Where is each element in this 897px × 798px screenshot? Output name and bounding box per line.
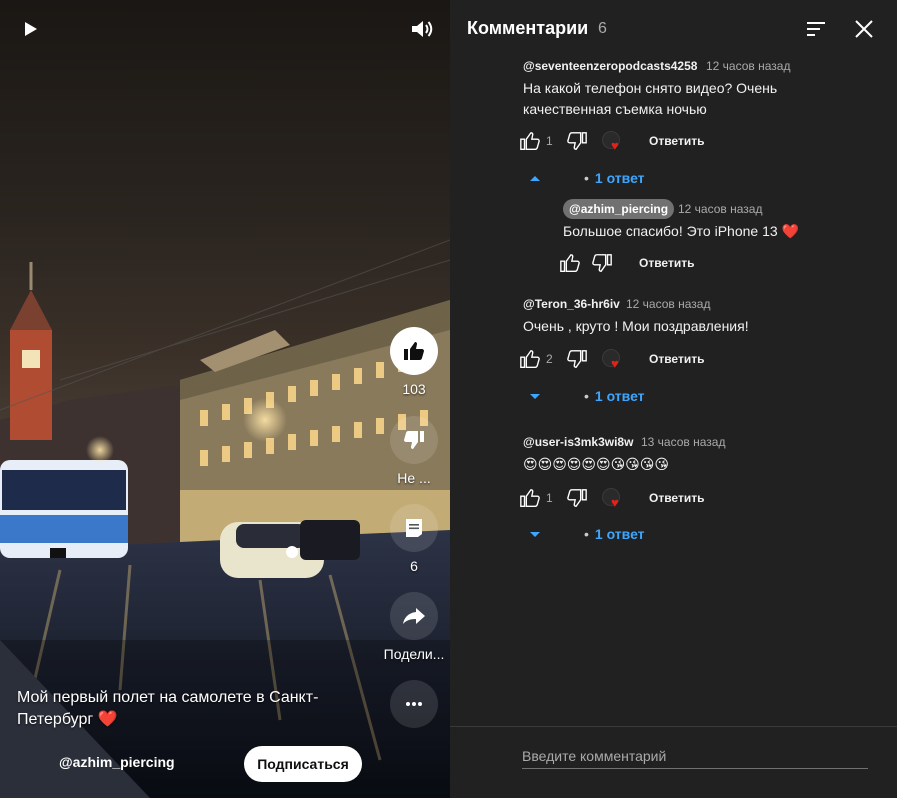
chevron-up-icon bbox=[530, 176, 540, 181]
close-button[interactable] bbox=[852, 17, 876, 41]
share-button[interactable] bbox=[390, 592, 438, 640]
thumbs-down-icon bbox=[404, 431, 424, 449]
comments-panel: Комментарии 6 @seventeenzeropodcasts4258… bbox=[450, 0, 897, 798]
replies-count: 1 ответ bbox=[594, 388, 645, 404]
replies-dot: • bbox=[584, 526, 589, 542]
reply-text: Большое спасибо! Это iPhone 13 ❤️ bbox=[563, 223, 799, 239]
chevron-down-icon bbox=[530, 394, 540, 399]
heart-emoji: ❤️ bbox=[97, 711, 118, 728]
reply-button[interactable]: Ответить bbox=[649, 352, 704, 366]
share-label: Подели... bbox=[383, 646, 445, 662]
comment-author[interactable]: @Teron_36-hr6iv bbox=[523, 297, 620, 311]
comment-like-button[interactable] bbox=[519, 130, 541, 152]
replies-count: 1 ответ bbox=[594, 526, 645, 542]
like-count: 103 bbox=[402, 381, 426, 397]
like-button[interactable] bbox=[390, 327, 438, 375]
replies-count: 1 ответ bbox=[594, 170, 645, 186]
comments-header: Комментарии 6 bbox=[450, 0, 897, 56]
subscribe-button[interactable]: Подписаться bbox=[244, 746, 362, 782]
comment-time: 12 часов назад bbox=[706, 59, 791, 73]
like-action[interactable]: 103 bbox=[390, 327, 438, 397]
more-button[interactable] bbox=[390, 680, 438, 728]
thumbs-down-icon bbox=[592, 254, 612, 272]
reply-dislike-button[interactable] bbox=[591, 252, 613, 274]
video-frame bbox=[0, 239, 450, 798]
comments-total: 6 bbox=[598, 20, 607, 37]
comments-title: Комментарии bbox=[467, 18, 589, 38]
thumbs-up-icon bbox=[404, 342, 424, 360]
creator-heart: ♥ bbox=[602, 349, 628, 375]
creator-heart: ♥ bbox=[602, 131, 628, 157]
replies-dot: • bbox=[584, 170, 589, 186]
heart-icon: ♥ bbox=[611, 495, 619, 510]
more-action[interactable] bbox=[390, 680, 438, 728]
comment-text: Очень , круто ! Мои поздравления! bbox=[523, 318, 749, 334]
thumbs-up-icon bbox=[520, 489, 540, 507]
comment-author[interactable]: @seventeenzeropodcasts4258 bbox=[523, 59, 697, 73]
video-title: Мой первый полет на самолете в Санкт-Пет… bbox=[17, 687, 347, 731]
comment-like-count: 1 bbox=[546, 134, 553, 148]
dislike-button[interactable] bbox=[390, 416, 438, 464]
heart-icon: ♥ bbox=[611, 138, 619, 153]
reply-author[interactable]: @azhim_piercing bbox=[563, 199, 675, 219]
heart-icon: ♥ bbox=[611, 356, 619, 371]
volume-icon bbox=[412, 21, 433, 37]
reply-time: 12 часов назад bbox=[678, 202, 763, 216]
share-icon bbox=[403, 608, 425, 624]
comment-text: На какой телефон снято видео? Очень каче… bbox=[523, 80, 778, 117]
comment-dislike-button[interactable] bbox=[566, 130, 588, 152]
reply-button[interactable]: Ответить bbox=[649, 491, 704, 505]
replies-toggle[interactable]: • 1 ответ bbox=[528, 170, 645, 186]
thumbs-down-icon bbox=[567, 350, 587, 368]
share-action[interactable]: Подели... bbox=[384, 592, 444, 662]
replies-toggle[interactable]: • 1 ответ bbox=[528, 388, 645, 404]
chevron-down-icon bbox=[530, 532, 540, 537]
thumbs-up-icon bbox=[560, 254, 580, 272]
comment-time: 13 часов назад bbox=[641, 435, 726, 449]
reply-reply-button[interactable]: Ответить bbox=[639, 256, 694, 270]
close-icon bbox=[855, 20, 873, 38]
more-icon bbox=[406, 702, 422, 706]
volume-button[interactable] bbox=[409, 16, 435, 42]
comment-like-count: 2 bbox=[546, 352, 553, 366]
thumbs-up-icon bbox=[520, 350, 540, 368]
sort-icon bbox=[807, 22, 825, 36]
comments-count: 6 bbox=[410, 558, 418, 574]
creator-heart: ♥ bbox=[602, 488, 628, 514]
comment-input-area bbox=[450, 726, 897, 798]
comments-list[interactable]: @seventeenzeropodcasts4258 12 часов наза… bbox=[450, 56, 897, 726]
play-icon bbox=[25, 22, 37, 36]
comment-author[interactable]: @user-is3mk3wi8w bbox=[523, 435, 633, 449]
reply-button[interactable]: Ответить bbox=[649, 134, 704, 148]
comment-dislike-button[interactable] bbox=[566, 487, 588, 509]
thumbs-up-icon bbox=[520, 132, 540, 150]
comments-button[interactable] bbox=[390, 504, 438, 552]
channel-name[interactable]: @azhim_piercing bbox=[59, 754, 175, 770]
comments-action[interactable]: 6 bbox=[390, 504, 438, 574]
video-player[interactable]: 103 Не ... 6 Подели... Мой первый полет … bbox=[0, 0, 450, 798]
replies-toggle[interactable]: • 1 ответ bbox=[528, 526, 645, 542]
play-button[interactable] bbox=[17, 16, 43, 42]
thumbs-down-icon bbox=[567, 489, 587, 507]
dislike-action[interactable]: Не ... bbox=[390, 416, 438, 486]
comment-like-button[interactable] bbox=[519, 348, 541, 370]
video-title-text: Мой первый полет на самолете в Санкт-Пет… bbox=[17, 689, 319, 728]
sort-button[interactable] bbox=[806, 18, 828, 40]
comment-like-button[interactable] bbox=[519, 487, 541, 509]
dislike-label: Не ... bbox=[397, 470, 431, 486]
thumbs-down-icon bbox=[567, 132, 587, 150]
comment-dislike-button[interactable] bbox=[566, 348, 588, 370]
comment-time: 12 часов назад bbox=[626, 297, 711, 311]
comment-like-count: 1 bbox=[546, 491, 553, 505]
comment-text: 😍😍😍😍😍😍😘😘😘😘 bbox=[523, 456, 669, 472]
comment-input[interactable] bbox=[522, 743, 868, 769]
comment-icon bbox=[406, 519, 422, 537]
replies-dot: • bbox=[584, 388, 589, 404]
reply-like-button[interactable] bbox=[559, 252, 581, 274]
